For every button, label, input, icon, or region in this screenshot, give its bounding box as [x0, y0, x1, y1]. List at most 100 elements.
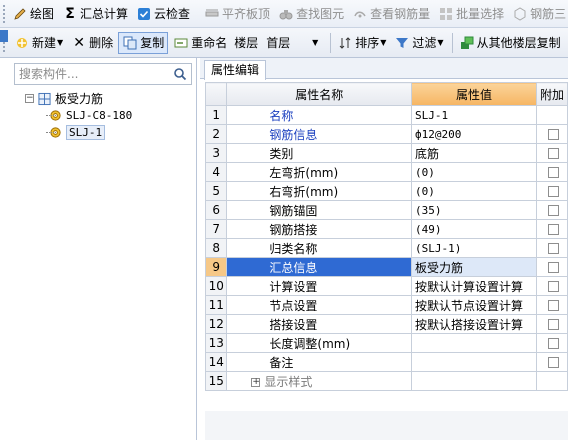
attach-checkbox[interactable] — [547, 148, 559, 159]
copy-from-floor-button[interactable]: 从其他楼层复制 — [456, 32, 564, 54]
row-index: 8 — [204, 238, 228, 258]
rebar-3d-label: 钢筋三 — [530, 7, 567, 21]
table-row[interactable]: 5 右弯折(mm) (0) — [204, 181, 568, 201]
property-value[interactable]: 按默认搭接设置计算 — [411, 314, 537, 334]
table-row[interactable]: 4 左弯折(mm) (0) — [204, 162, 568, 182]
property-value[interactable]: (49) — [411, 219, 537, 239]
component-tree: − 板受力筋 SLJ-C8-180 SLJ-1 — [9, 90, 195, 141]
property-value[interactable]: (35) — [411, 200, 537, 220]
property-value[interactable]: 板受力筋 — [411, 257, 537, 277]
property-value[interactable]: 底筋 — [411, 143, 537, 163]
search-input[interactable] — [15, 64, 165, 84]
attach-checkbox[interactable] — [547, 338, 559, 349]
header-property-value[interactable]: 属性值 — [411, 82, 537, 106]
toolbar-separator — [330, 32, 332, 53]
property-name: 钢筋搭接 — [226, 219, 413, 239]
grid-empty-area — [205, 411, 568, 440]
property-value[interactable]: SLJ-1 — [411, 105, 537, 125]
floor-select[interactable]: 首层 ▼ — [261, 33, 323, 53]
property-value[interactable]: (0) — [411, 181, 537, 201]
table-row[interactable]: 8 归类名称 (SLJ-1) — [204, 238, 568, 258]
property-value[interactable]: (0) — [411, 162, 537, 182]
table-row[interactable]: 3 类别 底筋 — [204, 143, 568, 163]
attach-checkbox[interactable] — [547, 129, 559, 140]
attach-checkbox[interactable] — [547, 186, 559, 197]
row-index: 15 — [204, 371, 228, 391]
row-index: 12 — [204, 314, 228, 334]
sum-calc-button[interactable]: Σ 汇总计算 — [59, 3, 131, 25]
sort-button[interactable]: 排序 ▼ — [334, 32, 389, 54]
new-button[interactable]: 新建 ▼ — [11, 32, 66, 54]
table-row[interactable]: 2 钢筋信息 ф12@200 — [204, 124, 568, 144]
attach-checkbox[interactable] — [547, 281, 559, 292]
main-toolbar: 绘图 Σ 汇总计算 云检查 平齐板顶 查找图元 查看钢筋量 批量选择 钢筋三 — [0, 0, 568, 28]
tree-item-selected[interactable]: SLJ-1 — [9, 124, 195, 141]
attach-checkbox[interactable] — [547, 243, 559, 254]
property-name: 钢筋信息 — [226, 124, 413, 144]
extra-cell — [535, 257, 568, 277]
layers-icon — [459, 35, 475, 51]
rebar-3d-button[interactable]: 钢筋三 — [509, 3, 568, 25]
property-value[interactable]: 按默认节点设置计算 — [411, 295, 537, 315]
dropdown-arrow-icon: ▼ — [380, 38, 387, 47]
find-element-button[interactable]: 查找图元 — [275, 3, 347, 25]
expand-icon[interactable]: + — [251, 377, 261, 387]
extra-cell — [535, 162, 568, 182]
extra-cell — [535, 124, 568, 144]
copy-from-floor-label: 从其他楼层复制 — [476, 36, 561, 50]
property-name: 归类名称 — [226, 238, 413, 258]
attach-checkbox[interactable] — [547, 319, 559, 330]
cloud-check-button[interactable]: 云检查 — [133, 3, 193, 25]
table-row[interactable]: 15 + 显示样式 — [204, 371, 568, 391]
find-element-label: 查找图元 — [296, 7, 345, 21]
tree-item[interactable]: SLJ-C8-180 — [9, 107, 195, 124]
property-value[interactable]: ф12@200 — [411, 124, 537, 144]
attach-checkbox[interactable] — [547, 224, 559, 235]
property-value[interactable]: (SLJ-1) — [411, 238, 537, 258]
property-value[interactable]: 按默认计算设置计算 — [411, 276, 537, 296]
table-row[interactable]: 6 钢筋锚固 (35) — [204, 200, 568, 220]
sigma-icon: Σ — [65, 5, 75, 22]
filter-button[interactable]: 过滤 ▼ — [391, 32, 446, 54]
attach-checkbox[interactable] — [547, 300, 559, 311]
table-row[interactable]: 13 长度调整(mm) — [204, 333, 568, 353]
grid-header-row: 属性名称 属性值 附加 — [204, 82, 568, 106]
attach-checkbox[interactable] — [547, 205, 559, 216]
table-row[interactable]: 10 计算设置 按默认计算设置计算 — [204, 276, 568, 296]
attach-checkbox[interactable] — [547, 357, 559, 368]
attach-checkbox[interactable] — [547, 262, 559, 273]
attach-checkbox[interactable] — [547, 167, 559, 178]
table-row[interactable]: 12 搭接设置 按默认搭接设置计算 — [204, 314, 568, 334]
row-index: 1 — [204, 105, 228, 125]
header-extra[interactable]: 附加 — [535, 82, 568, 106]
row-index: 5 — [204, 181, 228, 201]
align-slab-top-label: 平齐板顶 — [222, 7, 271, 21]
batch-select-button[interactable]: 批量选择 — [435, 3, 507, 25]
tree-node-root[interactable]: − 板受力筋 — [9, 90, 195, 107]
view-rebar-button[interactable]: 查看钢筋量 — [349, 3, 433, 25]
row-index: 13 — [204, 333, 228, 353]
copy-button[interactable]: 复制 — [118, 31, 169, 54]
extra-cell — [535, 352, 568, 372]
toolbar-grip[interactable] — [3, 4, 5, 23]
collapse-icon[interactable]: − — [25, 94, 34, 103]
slab-icon — [204, 6, 220, 22]
table-row[interactable]: 14 备注 — [204, 352, 568, 372]
property-value[interactable] — [411, 333, 537, 353]
table-row-selected[interactable]: 9 汇总信息 板受力筋 — [204, 257, 568, 277]
table-row[interactable]: 1 名称 SLJ-1 — [204, 105, 568, 125]
table-row[interactable]: 7 钢筋搭接 (49) — [204, 219, 568, 239]
delete-button[interactable]: ✕ 删除 — [68, 32, 116, 54]
align-slab-top-button[interactable]: 平齐板顶 — [201, 3, 273, 25]
table-row[interactable]: 11 节点设置 按默认节点设置计算 — [204, 295, 568, 315]
sum-calc-label: 汇总计算 — [80, 7, 129, 21]
rename-button[interactable]: 重命名 — [170, 32, 230, 54]
extra-cell — [535, 371, 568, 391]
tab-property-edit[interactable]: 属性编辑 — [204, 60, 267, 80]
search-icon[interactable] — [171, 65, 189, 83]
header-property-name[interactable]: 属性名称 — [226, 82, 413, 106]
tree-root-label: 板受力筋 — [55, 92, 104, 106]
property-value[interactable] — [411, 371, 537, 391]
draw-button[interactable]: 绘图 — [9, 3, 57, 25]
property-value[interactable] — [411, 352, 537, 372]
